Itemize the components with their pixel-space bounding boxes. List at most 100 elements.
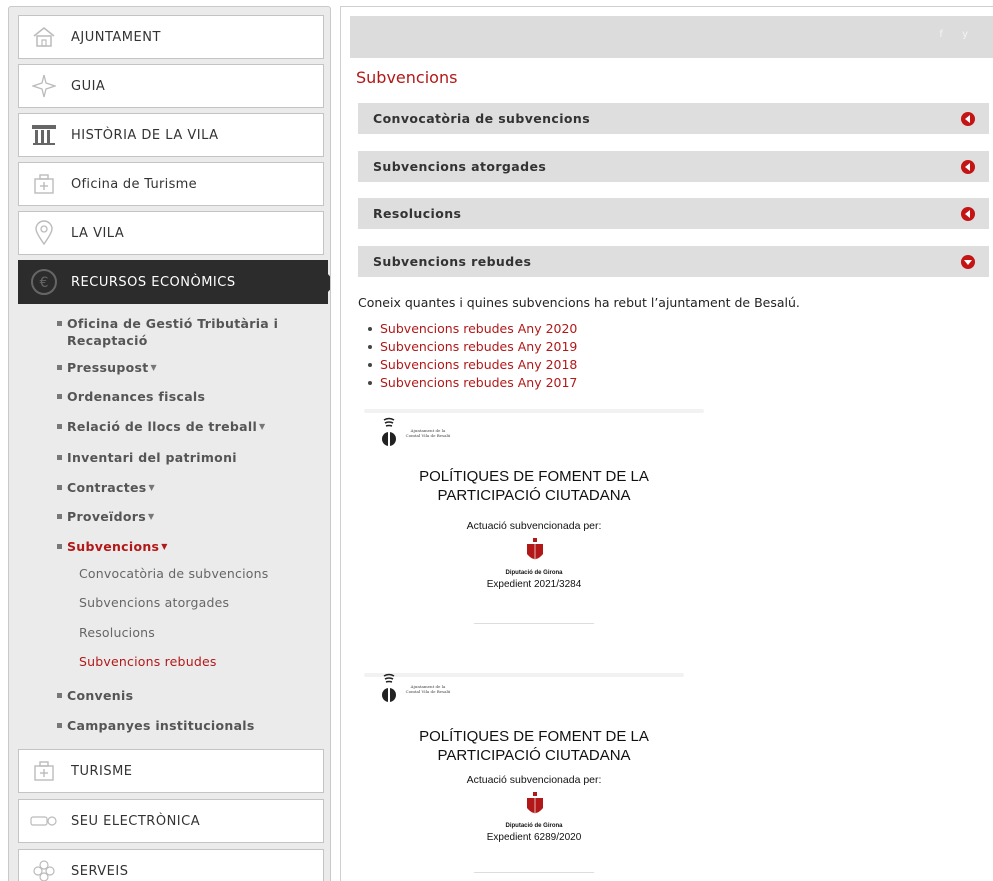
poster-subtitle: Actuació subvencionada per: [466, 774, 602, 786]
submenu-label: Inventari del patrimoni [67, 450, 237, 465]
tourism-office-icon [19, 163, 69, 205]
chevron-down-icon: ▼ [259, 422, 266, 431]
accordion-atorgades[interactable]: Subvencions atorgades [358, 151, 989, 182]
nav-label: TURISME [71, 763, 133, 779]
nav-oficina-turisme[interactable]: Oficina de Turisme [18, 162, 324, 206]
submenu-label: Subvencions [67, 539, 160, 554]
nav-la-vila[interactable]: LA VILA [18, 211, 324, 255]
chevron-down-icon: ▼ [148, 483, 155, 492]
tourism-icon [19, 750, 69, 792]
poster-title-line: POLÍTIQUES DE FOMENT DE LA [419, 728, 649, 745]
bullet [57, 424, 62, 429]
accordion-label: Subvencions atorgades [373, 159, 547, 174]
submenu-pressupost[interactable]: Pressupost ▼ [57, 359, 317, 376]
subsubmenu-atorgades[interactable]: Subvencions atorgades [79, 595, 229, 610]
svg-text:€: € [40, 275, 49, 291]
submenu-campanyes[interactable]: Campanyes institucionals [57, 717, 317, 734]
submenu-label: Pressupost [67, 360, 149, 375]
submenu-oficina-gestio[interactable]: Oficina de Gestió Tributària i Recaptaci… [57, 315, 317, 349]
page-title: Subvencions [356, 68, 458, 87]
besalu-logo: Ajuntament de la Comtal Vila de Besalú [381, 417, 453, 449]
map-pin-icon [19, 212, 69, 254]
bullet [57, 321, 62, 326]
bullet [57, 544, 62, 549]
submenu-label: Relació de llocs de treball [67, 419, 258, 434]
poster-title-line: PARTICIPACIÓ CIUTADANA [437, 747, 631, 764]
expedient-number: Expedient 6289/2020 [486, 832, 582, 843]
submenu-convenis[interactable]: Convenis [57, 687, 317, 704]
submenu-contractes[interactable]: Contractes ▼ [57, 479, 317, 496]
link-rebudes-2019[interactable]: Subvencions rebudes Any 2019 [368, 338, 577, 356]
euro-coin-icon: € [19, 261, 69, 303]
main-content: f y Subvencions Convocatòria de subvenci… [340, 6, 993, 881]
arrow-left-icon [961, 160, 975, 174]
accordion-rebudes[interactable]: Subvencions rebudes [358, 246, 989, 277]
subsubmenu-rebudes[interactable]: Subvencions rebudes [79, 654, 217, 669]
nav-label: HISTÒRIA DE LA VILA [71, 127, 219, 143]
poster-title-line: POLÍTIQUES DE FOMENT DE LA [419, 468, 649, 485]
subsubmenu-convocatoria[interactable]: Convocatòria de subvencions [79, 566, 268, 581]
links-list: Subvencions rebudes Any 2020 Subvencions… [368, 320, 577, 392]
nav-serveis[interactable]: SERVEIS [18, 849, 324, 881]
nav-recursos-economics[interactable]: € RECURSOS ECONÒMICS [18, 260, 330, 304]
expedient-number: Expedient 2021/3284 [486, 579, 582, 590]
accordion-label: Resolucions [373, 206, 462, 221]
nav-ajuntament[interactable]: AJUNTAMENT [18, 15, 324, 59]
link-rebudes-2017[interactable]: Subvencions rebudes Any 2017 [368, 374, 577, 392]
poster-title: POLÍTIQUES DE FOMENT DE LA PARTICIPACIÓ … [364, 727, 704, 765]
diputacio-crest-icon [525, 792, 545, 822]
nav-guia[interactable]: GUIA [18, 64, 324, 108]
compass-icon [19, 65, 69, 107]
submenu-label: Proveïdors [67, 509, 146, 524]
logo-text: Ajuntament de la Comtal Vila de Besalú [405, 428, 451, 438]
nav-turisme[interactable]: TURISME [18, 749, 324, 793]
link-rebudes-2018[interactable]: Subvencions rebudes Any 2018 [368, 356, 577, 374]
services-icon [19, 850, 69, 881]
e-office-icon [19, 800, 69, 842]
accordion-label: Convocatòria de subvencions [373, 111, 591, 126]
besalu-crest-icon [382, 417, 396, 446]
bullet [57, 394, 62, 399]
funder-label: Diputació de Girona [505, 823, 563, 829]
nav-label: AJUNTAMENT [71, 29, 161, 45]
nav-seu-electronica[interactable]: SEU ELECTRÒNICA [18, 799, 324, 843]
bullet [57, 693, 62, 698]
poster-footer [474, 872, 594, 873]
subsubmenu-resolucions[interactable]: Resolucions [79, 625, 155, 640]
nav-historia[interactable]: HISTÒRIA DE LA VILA [18, 113, 324, 157]
submenu-ordenances[interactable]: Ordenances fiscals [57, 388, 317, 405]
chevron-down-icon: ▼ [150, 363, 157, 372]
accordion-convocatoria[interactable]: Convocatòria de subvencions [358, 103, 989, 134]
sidebar: AJUNTAMENT GUIA HISTÒRIA DE LA VILA Ofic… [8, 6, 331, 881]
submenu-proveidors[interactable]: Proveïdors ▼ [57, 508, 317, 525]
poster-footer [474, 623, 594, 624]
social-icons[interactable]: f y [939, 29, 976, 40]
arrow-left-icon [961, 207, 975, 221]
nav-label: GUIA [71, 78, 106, 94]
poster-title: POLÍTIQUES DE FOMENT DE LA PARTICIPACIÓ … [364, 467, 704, 505]
submenu-relacio-llocs[interactable]: Relació de llocs de treball ▼ [57, 418, 317, 435]
submenu-label: Oficina de Gestió Tributària i Recaptaci… [67, 316, 279, 348]
submenu-subvencions[interactable]: Subvencions ▼ [57, 538, 317, 555]
poster-title-line: PARTICIPACIÓ CIUTADANA [437, 487, 631, 504]
nav-label: LA VILA [71, 225, 125, 241]
faded-line [364, 409, 704, 413]
column-icon [19, 114, 69, 156]
bullet [57, 723, 62, 728]
accordion-resolucions[interactable]: Resolucions [358, 198, 989, 229]
bullet [57, 485, 62, 490]
logo-text: Ajuntament de la Comtal Vila de Besalú [405, 684, 451, 694]
poster-subtitle: Actuació subvencionada per: [466, 520, 602, 532]
submenu-label: Ordenances fiscals [67, 389, 206, 404]
submenu-label: Convenis [67, 688, 134, 703]
arrow-left-icon [961, 112, 975, 126]
bullet [57, 365, 62, 370]
link-rebudes-2020[interactable]: Subvencions rebudes Any 2020 [368, 320, 577, 338]
diputacio-crest-icon [525, 538, 545, 568]
submenu-inventari[interactable]: Inventari del patrimoni [57, 449, 317, 466]
bullet [57, 455, 62, 460]
chevron-down-icon: ▼ [161, 542, 168, 551]
besalu-crest-icon [382, 673, 396, 702]
besalu-logo: Ajuntament de la Comtal Vila de Besalú [381, 673, 453, 705]
intro-text: Coneix quantes i quines subvencions ha r… [358, 295, 800, 310]
